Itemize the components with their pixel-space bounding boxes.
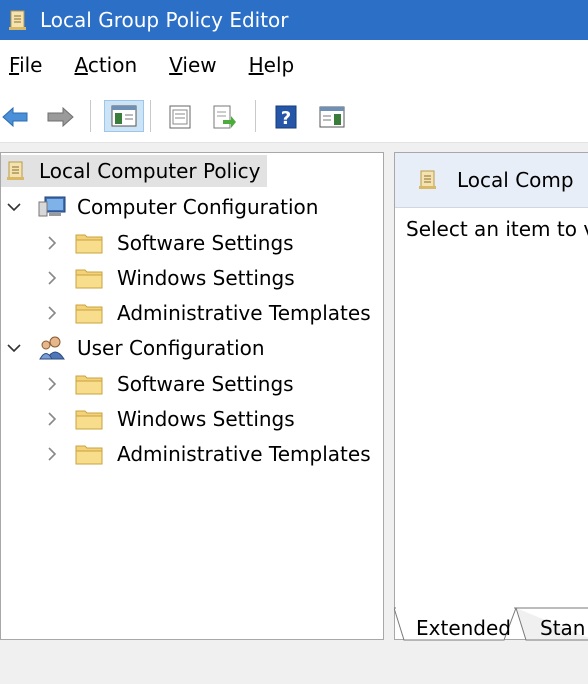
tree-root-label: Local Computer Policy: [39, 159, 261, 183]
svg-text:?: ?: [281, 108, 291, 129]
tree-item-computer-software-settings[interactable]: Software Settings: [43, 227, 294, 259]
tree-item-user-software-settings[interactable]: Software Settings: [43, 368, 294, 400]
tree-item-label: Administrative Templates: [117, 442, 371, 466]
tree-item-label: Software Settings: [117, 231, 294, 255]
back-icon[interactable]: [0, 102, 30, 132]
chevron-down-icon[interactable]: [5, 191, 23, 223]
folder-icon: [75, 443, 103, 465]
tree-root[interactable]: Local Computer Policy: [1, 155, 267, 187]
details-pane: Local Comp Select an item to v: [394, 152, 588, 640]
folder-icon: [75, 302, 103, 324]
details-description: Select an item to v: [406, 217, 588, 241]
show-hide-action-pane-icon[interactable]: [316, 102, 348, 132]
tree-item-user-windows-settings[interactable]: Windows Settings: [43, 403, 295, 435]
tree-item-user-administrative-templates[interactable]: Administrative Templates: [43, 438, 371, 470]
tree-item-computer-configuration[interactable]: Computer Configuration: [5, 191, 318, 223]
chevron-right-icon[interactable]: [43, 438, 61, 470]
tree-item-label: Administrative Templates: [117, 301, 371, 325]
computer-icon: [37, 194, 67, 220]
chevron-down-icon[interactable]: [5, 332, 23, 364]
menu-file[interactable]: File: [9, 53, 42, 77]
toolbar-separator: [150, 100, 151, 132]
tree-pane[interactable]: Local Computer Policy Computer Configura…: [0, 152, 384, 640]
export-list-icon[interactable]: [208, 102, 240, 132]
forward-icon[interactable]: [44, 102, 76, 132]
folder-icon: [75, 373, 103, 395]
chevron-right-icon[interactable]: [43, 227, 61, 259]
toolbar-separator: [90, 100, 91, 132]
view-tabs: Extended Stan: [394, 604, 588, 644]
policy-scroll-icon: [8, 8, 28, 32]
tree-item-label: User Configuration: [77, 336, 265, 360]
window-title: Local Group Policy Editor: [40, 8, 289, 32]
menu-view[interactable]: View: [169, 53, 216, 77]
policy-scroll-icon: [417, 168, 439, 192]
chevron-right-icon[interactable]: [43, 403, 61, 435]
details-header-title: Local Comp: [457, 168, 574, 192]
tree-item-label: Software Settings: [117, 372, 294, 396]
menu-help[interactable]: Help: [249, 53, 295, 77]
policy-scroll-icon: [5, 159, 27, 183]
toolbar-separator: [255, 100, 256, 132]
properties-icon[interactable]: [164, 102, 196, 132]
show-hide-tree-icon[interactable]: [104, 100, 144, 132]
chevron-right-icon[interactable]: [43, 297, 61, 329]
details-header: Local Comp: [395, 153, 588, 208]
folder-icon: [75, 408, 103, 430]
status-bar: [0, 644, 588, 684]
tab-extended[interactable]: Extended: [416, 616, 511, 640]
folder-icon: [75, 267, 103, 289]
chevron-right-icon[interactable]: [43, 262, 61, 294]
folder-icon: [75, 232, 103, 254]
title-bar: Local Group Policy Editor: [0, 0, 588, 40]
menu-action[interactable]: Action: [74, 53, 137, 77]
help-icon[interactable]: ?: [270, 102, 302, 132]
pane-splitter[interactable]: [384, 152, 394, 640]
tree-item-computer-administrative-templates[interactable]: Administrative Templates: [43, 297, 371, 329]
tree-item-label: Windows Settings: [117, 407, 295, 431]
menu-bar: File Action View Help: [0, 40, 588, 90]
users-icon: [37, 335, 67, 361]
toolbar: ?: [0, 90, 588, 143]
tab-standard[interactable]: Stan: [540, 616, 585, 640]
chevron-right-icon[interactable]: [43, 368, 61, 400]
tree-item-label: Computer Configuration: [77, 195, 319, 219]
tree-item-computer-windows-settings[interactable]: Windows Settings: [43, 262, 295, 294]
tree-item-user-configuration[interactable]: User Configuration: [5, 332, 265, 364]
tree-item-label: Windows Settings: [117, 266, 295, 290]
